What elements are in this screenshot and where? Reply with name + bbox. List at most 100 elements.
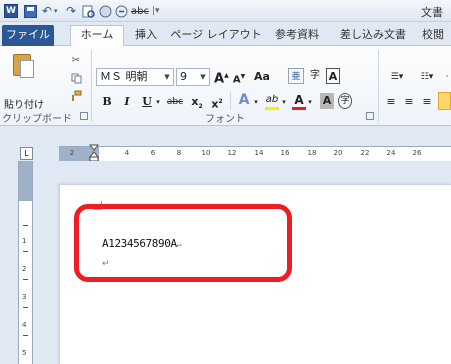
numbering-button[interactable]: ☷▾: [414, 69, 440, 85]
group-divider: [230, 92, 231, 110]
char-shading-button[interactable]: A: [320, 93, 334, 109]
vruler-tick: [23, 225, 28, 226]
font-color-button[interactable]: A: [292, 92, 306, 108]
chevron-down-icon: ▼: [164, 73, 170, 81]
font-launcher-icon[interactable]: [366, 112, 374, 120]
change-case-button[interactable]: Aa: [252, 69, 272, 85]
vruler-tick: [23, 307, 28, 308]
ruler-tick: 6: [150, 149, 156, 157]
vruler-tick: [23, 335, 28, 336]
undo-button[interactable]: ↶: [42, 3, 52, 19]
superscript-button[interactable]: x2: [210, 94, 224, 111]
clear-format-button[interactable]: 亜: [288, 68, 304, 84]
vruler-tick: [23, 279, 28, 280]
vruler-label: 4: [22, 321, 27, 329]
undo-icon: ↶: [42, 4, 53, 18]
phonetic-guide-button[interactable]: 字: [308, 68, 322, 84]
tab-page-layout[interactable]: ページ レイアウト: [170, 26, 262, 46]
ruler-tick: 22: [360, 149, 370, 157]
subscript-button[interactable]: x2: [190, 94, 204, 110]
save-button[interactable]: [24, 3, 37, 19]
vruler-label: 2: [22, 265, 27, 273]
tab-references[interactable]: 参考資料: [270, 26, 324, 46]
multilevel-list-button[interactable]: ·: [442, 69, 451, 85]
underline-dropdown-icon[interactable]: ▾: [154, 94, 162, 110]
ruler-tick: 8: [176, 149, 182, 157]
indent-marker-icon[interactable]: [89, 144, 99, 162]
vruler-label: 1: [22, 237, 27, 245]
vruler-tick: [23, 251, 28, 252]
print-preview-button[interactable]: [82, 3, 95, 19]
font-name-value: ＭＳ 明朝: [100, 70, 148, 83]
italic-button[interactable]: I: [120, 94, 134, 110]
spelling-button[interactable]: [115, 3, 128, 19]
tab-review[interactable]: 校閲: [422, 26, 451, 46]
highlight-button[interactable]: ab: [264, 92, 280, 108]
ruler-tick: 4: [124, 149, 130, 157]
strikethrough-button[interactable]: abc: [164, 94, 186, 110]
circle-icon: [99, 5, 112, 17]
word-app-icon[interactable]: W: [4, 3, 18, 19]
clipboard-launcher-icon[interactable]: [80, 112, 88, 120]
paste-button[interactable]: [10, 52, 36, 80]
quick-print-button[interactable]: [99, 3, 112, 19]
highlight-dropdown-icon[interactable]: ▾: [280, 94, 288, 110]
text-effects-button[interactable]: A: [236, 92, 252, 108]
font-size-value: 9: [180, 70, 187, 83]
strikethrough-qat-button[interactable]: abc: [131, 3, 149, 19]
ruler-area: L 2 4 6 8 10 12 14 16 18 20 22 24 26: [0, 126, 451, 162]
char-border-button[interactable]: A: [326, 68, 340, 84]
vertical-ruler[interactable]: 1 2 3 4 5: [18, 161, 33, 364]
tab-file[interactable]: ファイル: [2, 25, 54, 46]
font-color-bar: [292, 107, 306, 110]
horizontal-ruler[interactable]: 2 4 6 8 10 12 14 16 18 20 22 24 26: [59, 146, 451, 162]
copy-icon[interactable]: [70, 72, 82, 84]
bold-button[interactable]: B: [100, 94, 114, 110]
ruler-tick: 18: [307, 149, 317, 157]
customize-qat-icon[interactable]: |▾: [152, 3, 160, 19]
red-highlight-box: [74, 204, 292, 282]
paste-label[interactable]: 貼り付け: [4, 96, 44, 111]
circle-arrow-icon: [115, 5, 128, 17]
chevron-down-icon: ▼: [200, 73, 206, 81]
ribbon-tabs: ファイル ホーム 挿入 ページ レイアウト 参考資料 差し込み文書 校閲: [0, 22, 451, 47]
highlight-color-bar: [265, 107, 279, 110]
save-icon: [24, 4, 37, 18]
tab-selector-icon[interactable]: L: [20, 147, 33, 160]
window-title: 文書: [421, 6, 443, 19]
justify-button[interactable]: [438, 92, 451, 110]
tab-home[interactable]: ホーム: [70, 25, 124, 47]
align-center-button[interactable]: ≡: [402, 94, 416, 110]
format-painter-icon[interactable]: [70, 90, 82, 102]
group-divider: [91, 50, 92, 122]
print-preview-icon: [82, 5, 95, 18]
undo-dropdown-icon[interactable]: ▾: [54, 3, 58, 19]
font-size-select[interactable]: 9 ▼: [176, 68, 210, 86]
vruler-top-margin: [19, 161, 32, 201]
redo-icon: ↷: [66, 4, 77, 18]
ruler-tick: 10: [201, 149, 211, 157]
enclose-chars-button[interactable]: 字: [338, 93, 352, 109]
quick-access-toolbar: W ↶ ▾ ↷ abc |▾ 文書: [0, 0, 451, 22]
clipboard-group-label: クリップボード: [2, 114, 72, 125]
text-effects-dropdown-icon[interactable]: ▾: [252, 94, 260, 110]
cut-icon[interactable]: ✂: [70, 54, 82, 66]
redo-button[interactable]: ↷: [66, 3, 76, 19]
group-divider: [378, 50, 379, 122]
ruler-tick: 16: [280, 149, 290, 157]
tab-insert[interactable]: 挿入: [131, 26, 161, 46]
bullets-button[interactable]: ☰▾: [384, 69, 410, 85]
font-color-dropdown-icon[interactable]: ▾: [306, 94, 314, 110]
ribbon-home: 貼り付け ✂ クリップボード ＭＳ 明朝 ▼ 9 ▼ A▲ A▼ Aa 亜 字 …: [0, 46, 451, 126]
grow-font-button[interactable]: A▲: [214, 68, 229, 86]
ruler-tick: 20: [333, 149, 343, 157]
font-name-select[interactable]: ＭＳ 明朝 ▼: [96, 68, 174, 86]
align-left-button[interactable]: ≡: [384, 94, 398, 110]
underline-button[interactable]: U: [140, 94, 154, 110]
word-logo-icon: W: [4, 4, 18, 18]
ruler-tick: 12: [227, 149, 237, 157]
tab-mailings[interactable]: 差し込み文書: [333, 26, 413, 46]
ruler-tick: 26: [412, 149, 422, 157]
shrink-font-button[interactable]: A▼: [232, 69, 246, 85]
align-right-button[interactable]: ≡: [420, 94, 434, 110]
